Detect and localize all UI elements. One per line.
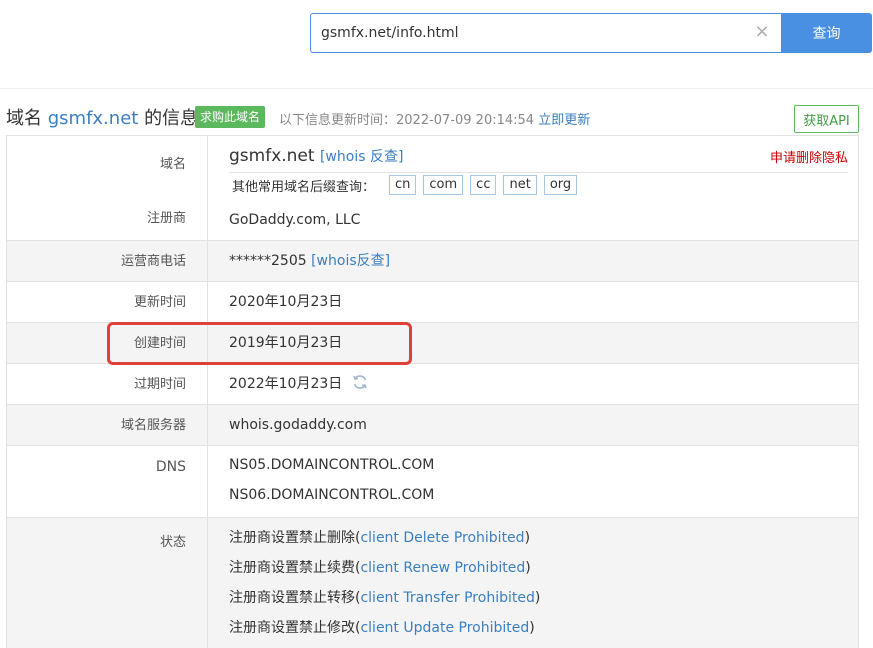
- title-suffix: 的信息: [144, 108, 199, 129]
- status-item: 注册商设置禁止续费(client Renew Prohibited): [229, 560, 531, 576]
- created-row: 创建时间 2019年10月23日: [7, 323, 858, 364]
- phone-label: 运营商电话: [7, 241, 208, 281]
- divider: [229, 172, 848, 173]
- dns-server: NS06.DOMAINCONTROL.COM: [229, 487, 435, 503]
- dns-server: NS05.DOMAINCONTROL.COM: [229, 457, 435, 473]
- update-time-text: 以下信息更新时间：2022-07-09 20:14:54: [279, 113, 535, 128]
- update-info: 以下信息更新时间：2022-07-09 20:14:54 立即更新: [279, 109, 590, 128]
- nameserver-value: whois.godaddy.com: [229, 416, 367, 433]
- expires-label: 过期时间: [7, 364, 208, 404]
- phone-whois-link[interactable]: [whois反查]: [311, 253, 390, 269]
- created-label: 创建时间: [7, 323, 208, 363]
- domain-info-table: 域名 注册商 gsmfx.net [whois 反查] 其他常用域名后缀查询： …: [6, 135, 859, 648]
- nameserver-row: 域名服务器 whois.godaddy.com: [7, 405, 858, 446]
- updated-label: 更新时间: [7, 282, 208, 322]
- updated-row: 更新时间 2020年10月23日: [7, 282, 858, 323]
- status-code-link[interactable]: client Renew Prohibited: [360, 560, 525, 576]
- phone-value: ******2505: [229, 252, 307, 269]
- domain-value-cell: gsmfx.net [whois 反查] 其他常用域名后缀查询： cn com …: [208, 136, 858, 240]
- dns-values: NS05.DOMAINCONTROL.COM NS06.DOMAINCONTRO…: [208, 446, 858, 517]
- domain-row: 域名 注册商 gsmfx.net [whois 反查] 其他常用域名后缀查询： …: [7, 136, 858, 241]
- updated-value: 2020年10月23日: [229, 293, 343, 310]
- registrar-value: GoDaddy.com, LLC: [229, 212, 361, 228]
- suffix-org[interactable]: org: [543, 175, 578, 195]
- status-item: 注册商设置禁止删除(client Delete Prohibited): [229, 530, 531, 546]
- phone-row: 运营商电话 ******2505 [whois反查]: [7, 241, 858, 282]
- whois-lookup-link[interactable]: [whois 反查]: [320, 149, 403, 165]
- expires-value: 2022年10月23日: [229, 375, 343, 392]
- dns-row: DNS NS05.DOMAINCONTROL.COM NS06.DOMAINCO…: [7, 446, 858, 518]
- suffix-cc[interactable]: cc: [470, 175, 497, 195]
- request-privacy-removal-link[interactable]: 申请删除隐私: [770, 147, 848, 166]
- status-text: 注册商设置禁止转移: [229, 590, 355, 606]
- phone-value-cell: ******2505 [whois反查]: [208, 241, 858, 282]
- status-item: 注册商设置禁止转移(client Transfer Prohibited): [229, 590, 541, 606]
- expires-row: 过期时间 2022年10月23日: [7, 364, 858, 405]
- suffix-net[interactable]: net: [503, 175, 537, 195]
- registrar-label: 注册商: [146, 211, 186, 226]
- status-code-link[interactable]: client Transfer Prohibited: [360, 590, 534, 606]
- get-api-button[interactable]: 获取API: [794, 105, 859, 133]
- expires-value-cell: 2022年10月23日: [208, 364, 858, 405]
- search-input[interactable]: [310, 13, 782, 53]
- status-text: 注册商设置禁止续费: [229, 560, 355, 576]
- domain-line: gsmfx.net [whois 反查]: [229, 146, 858, 166]
- status-code-link[interactable]: client Delete Prohibited: [360, 530, 524, 546]
- suffix-cn[interactable]: cn: [389, 175, 417, 195]
- domain-label-cell: 域名 注册商: [7, 136, 208, 240]
- domain-label: 域名: [159, 157, 186, 172]
- suffix-com[interactable]: com: [423, 175, 464, 195]
- domain-info-header: 域名 gsmfx.net 的信息 求购此域名 以下信息更新时间：2022-07-…: [0, 88, 873, 136]
- title-prefix: 域名: [6, 108, 42, 129]
- search-button[interactable]: 查询: [781, 13, 872, 53]
- refresh-icon[interactable]: [351, 367, 369, 389]
- suffix-query: 其他常用域名后缀查询： cn com cc net org: [229, 175, 858, 195]
- status-row: 状态 注册商设置禁止删除(client Delete Prohibited) 注…: [7, 518, 858, 648]
- title-domain[interactable]: gsmfx.net: [48, 108, 139, 129]
- update-now-link[interactable]: 立即更新: [538, 113, 590, 128]
- status-text: 注册商设置禁止删除: [229, 530, 355, 546]
- dns-label: DNS: [7, 446, 208, 517]
- domain-name: gsmfx.net: [229, 146, 315, 166]
- status-list: 注册商设置禁止删除(client Delete Prohibited) 注册商设…: [208, 518, 858, 648]
- buy-domain-badge[interactable]: 求购此域名: [195, 106, 266, 128]
- status-label: 状态: [7, 518, 208, 648]
- status-code-link[interactable]: client Update Prohibited: [360, 620, 529, 636]
- page-title: 域名 gsmfx.net 的信息: [6, 104, 198, 130]
- status-text: 注册商设置禁止修改: [229, 620, 355, 636]
- suffix-label: 其他常用域名后缀查询：: [232, 179, 376, 195]
- status-item: 注册商设置禁止修改(client Update Prohibited): [229, 620, 535, 636]
- nameserver-label: 域名服务器: [7, 405, 208, 445]
- created-value: 2019年10月23日: [229, 334, 343, 351]
- clear-icon[interactable]: ×: [752, 22, 772, 42]
